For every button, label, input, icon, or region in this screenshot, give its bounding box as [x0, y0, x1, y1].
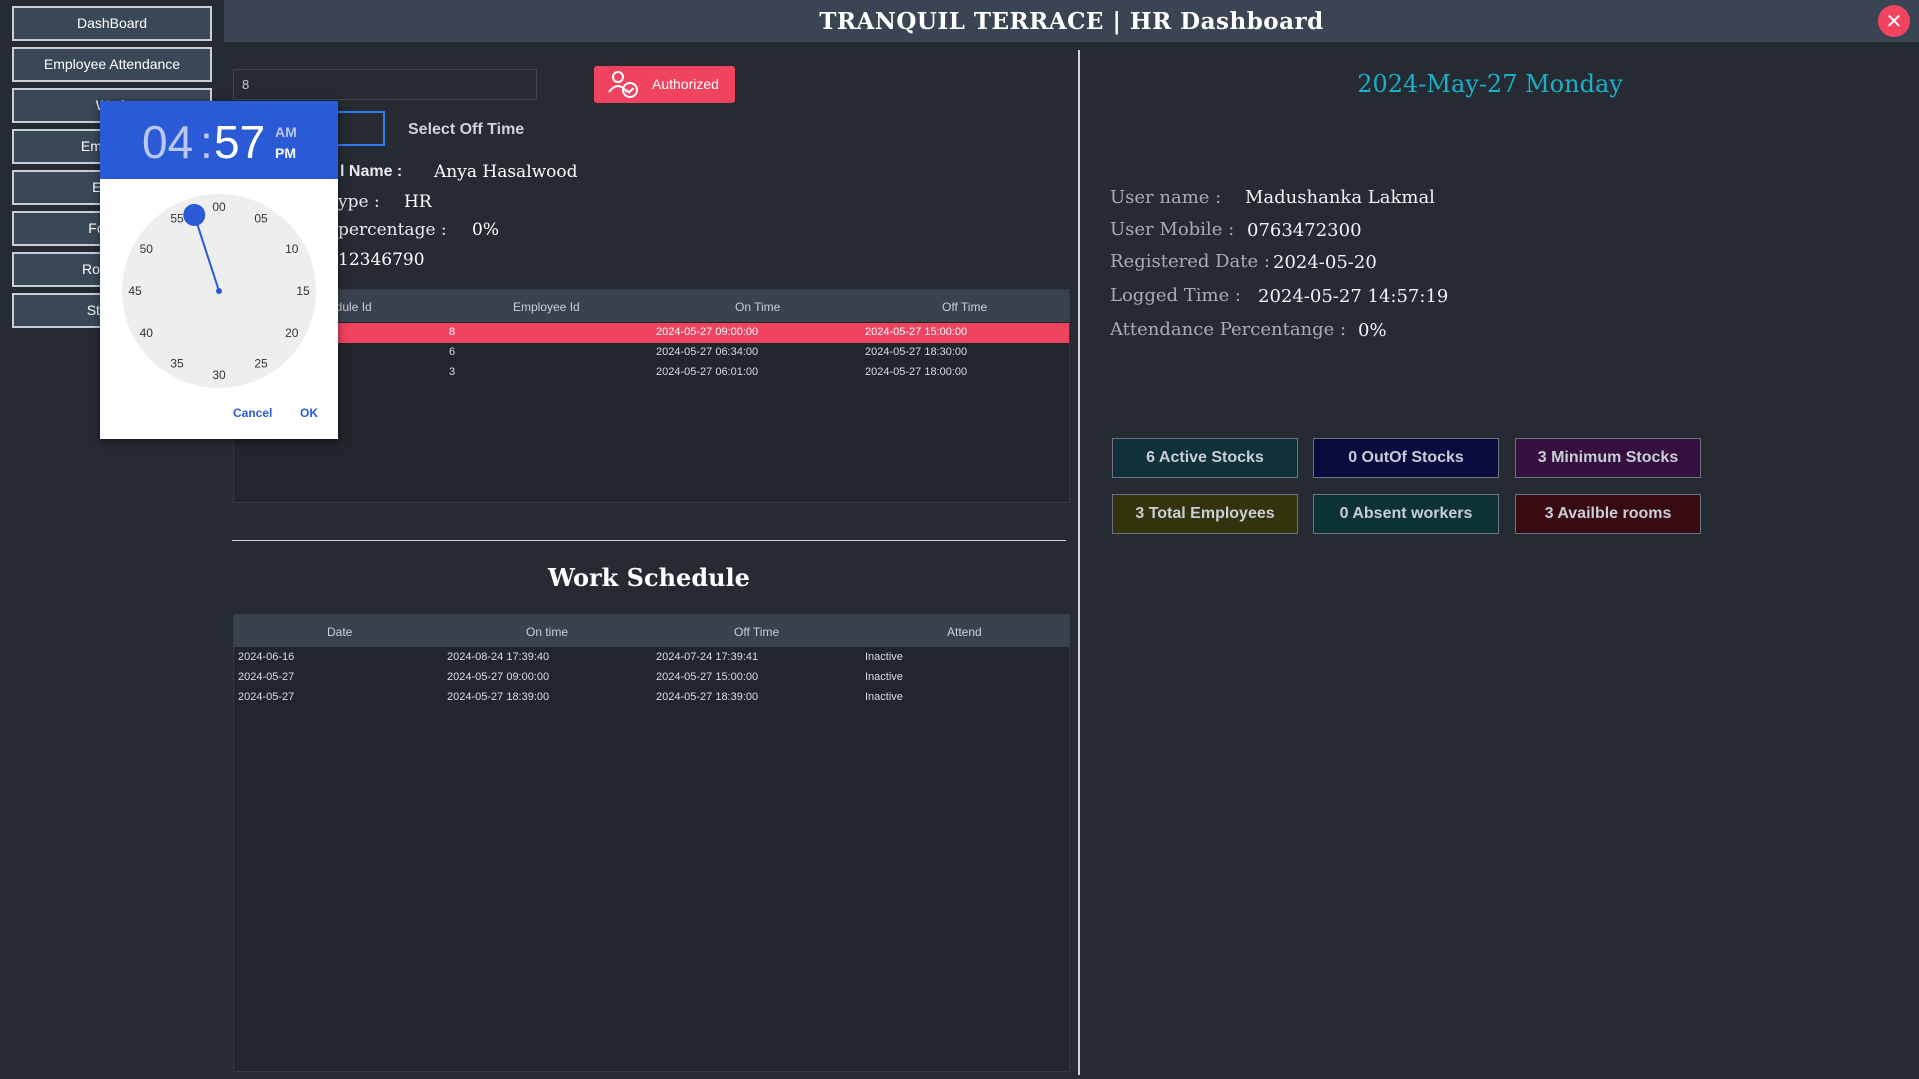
cell-date: 2024-06-16 [238, 651, 295, 663]
percentage-label: percentage : [338, 220, 447, 240]
clock-dial[interactable]: 00 05 10 15 20 25 30 35 40 45 50 55 [121, 193, 317, 389]
schedule-id-input[interactable]: 8 [233, 69, 537, 100]
schedule-table-header: edule Id Employee Id On Time Off Time [234, 290, 1069, 322]
cell-off-time: 2024-05-27 15:00:00 [656, 671, 759, 683]
time-picker-header: 04 : 57 AM PM [100, 101, 338, 179]
off-time-field[interactable] [332, 111, 385, 146]
user-name-label: User name : [1110, 187, 1222, 208]
cell-date: 2024-05-27 [238, 691, 295, 703]
attendance-value: 0% [1358, 320, 1387, 341]
registered-date-label: Registered Date : [1110, 251, 1270, 272]
cell-attend: Inactive [865, 671, 903, 683]
dial-label-15[interactable]: 15 [296, 284, 310, 298]
app-title: TRANQUIL TERRACE | HR Dashboard [819, 8, 1324, 35]
attendance-label: Attendance Percentange : [1110, 319, 1347, 340]
cell-off-time: 2024-05-27 18:30:00 [865, 346, 968, 358]
col-on-time[interactable]: On time [526, 625, 568, 639]
picker-am[interactable]: AM [275, 124, 297, 140]
out-of-stocks-card[interactable]: 0 OutOf Stocks [1313, 438, 1499, 478]
cell-on-time: 2024-05-27 06:01:00 [656, 366, 759, 378]
cell-on-time: 2024-05-27 09:00:00 [656, 326, 759, 338]
cell-off-time: 2024-05-27 15:00:00 [865, 326, 968, 338]
dial-label-45[interactable]: 45 [128, 284, 142, 298]
absent-workers-card[interactable]: 0 Absent workers [1313, 494, 1499, 534]
dial-label-55[interactable]: 55 [170, 211, 184, 225]
current-date: 2024-May-27 Monday [1357, 70, 1623, 98]
work-schedule-table-header: Date On time Off Time Attend [234, 615, 1069, 647]
table-row[interactable]: 2024-05-27 2024-05-27 18:39:00 2024-05-2… [234, 688, 1069, 708]
table-row[interactable]: 8 2024-05-27 09:00:00 2024-05-27 15:00:0… [234, 323, 1069, 343]
dial-label-10[interactable]: 10 [285, 242, 299, 256]
picker-colon: : [200, 116, 213, 168]
cell-date: 2024-05-27 [238, 671, 295, 683]
title-bar: TRANQUIL TERRACE | HR Dashboard ✕ [224, 0, 1919, 42]
table-row[interactable]: 6 2024-05-27 06:34:00 2024-05-27 18:30:0… [234, 343, 1069, 363]
dial-label-30[interactable]: 30 [212, 368, 226, 382]
section-divider [232, 540, 1066, 541]
table-row[interactable]: 2024-05-27 2024-05-27 09:00:00 2024-05-2… [234, 668, 1069, 688]
clock-hand-knob [183, 203, 206, 226]
dial-label-35[interactable]: 35 [170, 357, 184, 371]
name-value: Anya Hasalwood [434, 162, 578, 182]
ok-button[interactable]: OK [300, 406, 318, 420]
col-off-time[interactable]: Off Time [734, 625, 779, 639]
col-attend[interactable]: Attend [947, 625, 982, 639]
cell-off-time: 2024-05-27 18:39:00 [656, 691, 759, 703]
nav-employee-attendance-button[interactable]: Employee Attendance [12, 47, 212, 82]
panel-divider [1078, 50, 1080, 1075]
phone-value: 12346790 [338, 250, 425, 270]
cell-off-time: 2024-05-27 18:00:00 [865, 366, 968, 378]
authorized-label: Authorized [652, 76, 719, 92]
cell-schedule-id: 6 [449, 346, 456, 358]
dial-label-50[interactable]: 50 [140, 242, 154, 256]
col-on-time[interactable]: On Time [735, 300, 780, 314]
dial-label-05[interactable]: 05 [254, 211, 268, 225]
col-employee-id[interactable]: Employee Id [513, 300, 580, 314]
dial-label-40[interactable]: 40 [140, 326, 154, 340]
logged-time-label: Logged Time : [1110, 285, 1242, 306]
type-label: ype : [338, 192, 380, 212]
active-stocks-card[interactable]: 6 Active Stocks [1112, 438, 1298, 478]
table-row[interactable]: 3 2024-05-27 06:01:00 2024-05-27 18:00:0… [234, 363, 1069, 383]
cell-attend: Inactive [865, 691, 903, 703]
table-row[interactable]: 2024-06-16 2024-08-24 17:39:40 2024-07-2… [234, 648, 1069, 668]
type-value: HR [404, 192, 432, 212]
user-mobile-value: 0763472300 [1247, 220, 1362, 241]
minimum-stocks-card[interactable]: 3 Minimum Stocks [1515, 438, 1701, 478]
cell-attend: Inactive [865, 651, 903, 663]
cell-on-time: 2024-05-27 18:39:00 [447, 691, 550, 703]
select-off-time-label: Select Off Time [408, 121, 525, 138]
picker-hour[interactable]: 04 [142, 115, 193, 169]
cancel-button[interactable]: Cancel [233, 406, 272, 420]
registered-date-value: 2024-05-20 [1273, 252, 1377, 273]
available-rooms-card[interactable]: 3 Availble rooms [1515, 494, 1701, 534]
cell-schedule-id: 3 [449, 366, 456, 378]
cell-on-time: 2024-05-27 09:00:00 [447, 671, 550, 683]
close-icon[interactable]: ✕ [1878, 5, 1910, 37]
cell-schedule-id: 8 [449, 326, 456, 338]
work-schedule-table: Date On time Off Time Attend 2024-06-16 … [233, 614, 1070, 1072]
nav-dashboard-button[interactable]: DashBoard [12, 6, 212, 41]
schedule-table: edule Id Employee Id On Time Off Time 8 … [233, 289, 1070, 503]
cell-on-time: 2024-05-27 06:34:00 [656, 346, 759, 358]
work-schedule-title: Work Schedule [548, 563, 750, 592]
cell-off-time: 2024-07-24 17:39:41 [656, 651, 759, 663]
authorized-button[interactable]: Authorized [594, 66, 735, 103]
cell-on-time: 2024-08-24 17:39:40 [447, 651, 550, 663]
time-picker-dialog: 04 : 57 AM PM 00 05 10 15 20 25 30 35 40 45 50 55 C… [100, 101, 338, 439]
col-date[interactable]: Date [327, 625, 352, 639]
logged-time-value: 2024-05-27 14:57:19 [1258, 286, 1449, 307]
picker-pm[interactable]: PM [275, 145, 296, 161]
picker-minute[interactable]: 57 [214, 115, 265, 169]
dial-label-00[interactable]: 00 [212, 200, 226, 214]
user-check-icon [606, 68, 642, 106]
name-label: l Name : [340, 163, 403, 180]
user-name-value: Madushanka Lakmal [1245, 187, 1435, 208]
dial-label-25[interactable]: 25 [254, 357, 268, 371]
total-employees-card[interactable]: 3 Total Employees [1112, 494, 1298, 534]
percentage-value: 0% [472, 220, 499, 240]
col-off-time[interactable]: Off Time [942, 300, 987, 314]
user-mobile-label: User Mobile : [1110, 219, 1235, 240]
dial-label-20[interactable]: 20 [285, 326, 299, 340]
